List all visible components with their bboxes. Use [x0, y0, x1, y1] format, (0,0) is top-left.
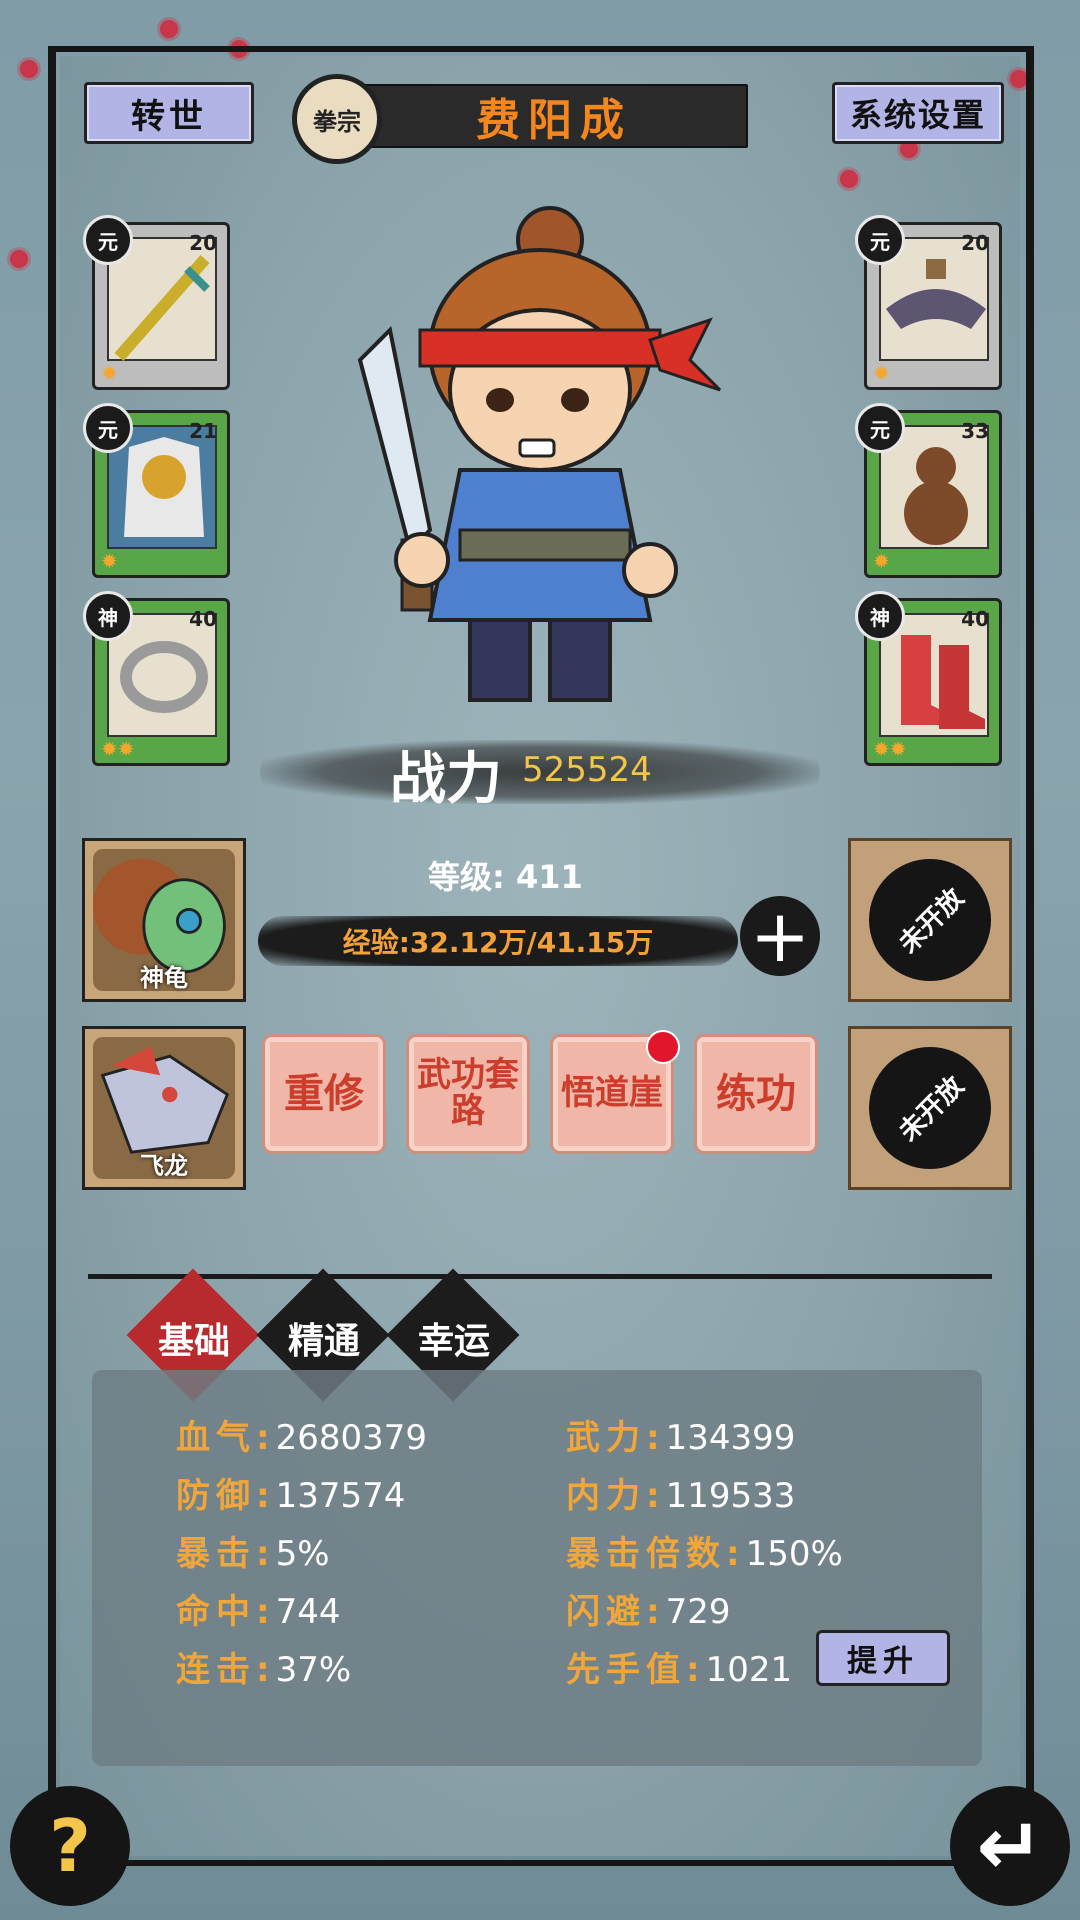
- stat-combo: 连击:37%: [176, 1650, 352, 1690]
- blossom-decoration: [10, 250, 28, 268]
- equip-slot-boots[interactable]: 神 40 ✹✹: [855, 591, 1002, 766]
- pet-slot-dragon[interactable]: 飞龙: [82, 1026, 246, 1190]
- power-label: 战力: [390, 746, 502, 812]
- tab-basic-label: 基础: [157, 1321, 230, 1362]
- stat-accuracy: 命中:744: [176, 1592, 341, 1632]
- equip-level: 40: [961, 607, 989, 631]
- blossom-decoration: [20, 60, 38, 78]
- upgrade-button[interactable]: 提升: [816, 1630, 950, 1686]
- locked-slot[interactable]: 未开放: [848, 1026, 1012, 1190]
- combat-power: 战力 525524: [260, 720, 820, 820]
- player-name: 费阳成: [360, 84, 748, 148]
- equip-level: 21: [189, 419, 217, 443]
- exp-bar: 经验:32.12万/41.15万: [258, 916, 738, 966]
- equip-level: 33: [961, 419, 989, 443]
- stat-hp: 血气:2680379: [176, 1418, 428, 1458]
- blossom-decoration: [160, 20, 178, 38]
- stat-attack: 武力:134399: [566, 1418, 796, 1458]
- settings-button[interactable]: 系统设置: [832, 82, 1004, 144]
- help-button[interactable]: ?: [10, 1786, 130, 1906]
- tab-luck-label: 幸运: [417, 1321, 490, 1362]
- equip-stars: ✹: [101, 549, 118, 573]
- sect-badge: 拳宗: [292, 74, 382, 164]
- rebirth-button[interactable]: 转世: [84, 82, 254, 144]
- equip-stars: ✹: [101, 361, 118, 385]
- question-icon: ?: [49, 1804, 91, 1888]
- equip-slot-weapon[interactable]: 元 20 ✹: [83, 215, 230, 390]
- stat-dodge: 闪避:729: [566, 1592, 731, 1632]
- reforge-button[interactable]: 重修: [262, 1034, 386, 1154]
- stat-defense: 防御:137574: [176, 1476, 406, 1516]
- equip-slot-gourd[interactable]: 元 33 ✹: [855, 403, 1002, 578]
- exp-text: 经验:32.12万/41.15万: [342, 926, 654, 959]
- pet-name: 神龟: [140, 964, 188, 992]
- stat-initiative: 先手值:1021: [566, 1650, 793, 1690]
- stat-crit: 暴击:5%: [176, 1534, 330, 1574]
- locked-slot[interactable]: 未开放: [848, 838, 1012, 1002]
- training-button[interactable]: 练功: [694, 1034, 818, 1154]
- grade-badge: 元: [83, 215, 133, 265]
- equip-slot-hat[interactable]: 元 20 ✹: [855, 215, 1002, 390]
- grade-badge: 神: [855, 591, 905, 641]
- grade-badge: 神: [83, 591, 133, 641]
- grade-badge: 元: [83, 403, 133, 453]
- equip-stars: ✹: [873, 361, 890, 385]
- tab-mastery-label: 精通: [287, 1321, 360, 1362]
- hero-character-portrait: [357, 206, 722, 702]
- power-value: 525524: [522, 750, 652, 790]
- pet-slot-turtle[interactable]: 神龟: [82, 838, 246, 1002]
- equip-stars: ✹✹: [873, 737, 907, 761]
- section-divider: [88, 1274, 992, 1279]
- equip-level: 20: [189, 231, 217, 255]
- level-text: 等级: 411: [428, 858, 583, 896]
- equip-stars: ✹✹: [101, 737, 135, 761]
- pet-name: 飞龙: [140, 1152, 188, 1180]
- add-exp-button[interactable]: +: [740, 896, 820, 976]
- stat-inner-power: 内力:119533: [566, 1476, 796, 1516]
- stat-crit-multiplier: 暴击倍数:150%: [566, 1534, 843, 1574]
- back-button[interactable]: ↵: [950, 1786, 1070, 1906]
- equip-level: 20: [961, 231, 989, 255]
- martial-arts-button[interactable]: 武功套路: [406, 1034, 530, 1154]
- equip-slot-armor[interactable]: 元 21 ✹: [83, 403, 230, 578]
- grade-badge: 元: [855, 215, 905, 265]
- equip-level: 40: [189, 607, 217, 631]
- notification-dot: [646, 1030, 680, 1064]
- return-arrow-icon: ↵: [976, 1799, 1044, 1893]
- equip-stars: ✹: [873, 549, 890, 573]
- grade-badge: 元: [855, 403, 905, 453]
- equip-slot-ring[interactable]: 神 40 ✹✹: [83, 591, 230, 766]
